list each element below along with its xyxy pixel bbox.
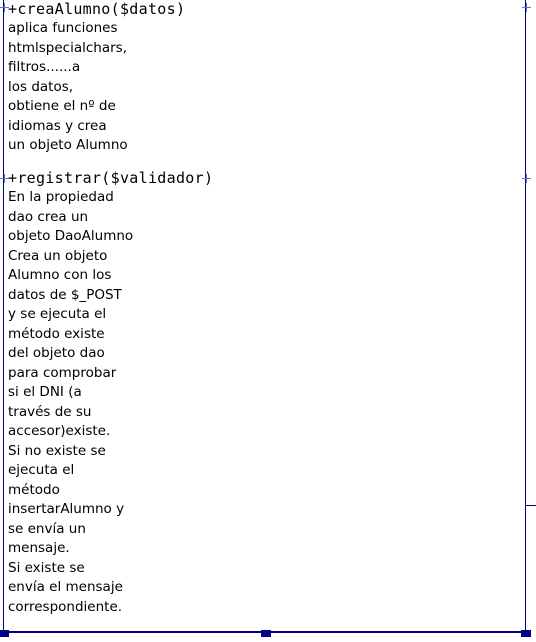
note-line: si el DNI (a bbox=[8, 384, 82, 400]
note-line: y se ejecuta el bbox=[8, 306, 107, 322]
note-line: envía el mensaje bbox=[8, 579, 123, 595]
note-line: correspondiente. bbox=[8, 598, 123, 615]
note-line: En la propiedad bbox=[8, 189, 114, 205]
anchor-marker-icon bbox=[522, 3, 531, 12]
method-signature: +creaAlumno($datos) bbox=[8, 0, 186, 18]
note-line: idiomas y crea bbox=[8, 117, 107, 134]
note-line: insertarAlumno y bbox=[8, 501, 125, 517]
note-line: datos de $_POST bbox=[8, 286, 122, 303]
note-line: para comprobar bbox=[8, 364, 117, 381]
note-line: Alumno con los bbox=[8, 267, 112, 283]
note-line: obtiene el nº de bbox=[8, 98, 116, 114]
association-line[interactable] bbox=[526, 505, 536, 506]
note-line: Si no existe se bbox=[8, 442, 106, 459]
note-line: aplica funciones bbox=[8, 20, 118, 36]
note-line: mensaje. bbox=[8, 540, 70, 556]
note-line: Si existe se bbox=[8, 559, 85, 576]
note-line: dao crea un bbox=[8, 208, 89, 225]
note-line: objeto DaoAlumno bbox=[8, 228, 134, 244]
anchor-marker-icon bbox=[522, 174, 531, 183]
note-line: método existe bbox=[8, 325, 105, 342]
note-line: del objeto dao bbox=[8, 345, 105, 361]
method-registrar[interactable]: +registrar($validador) En la propiedad d… bbox=[8, 169, 213, 617]
method-crea-alumno[interactable]: +creaAlumno($datos) aplica funciones htm… bbox=[8, 0, 185, 156]
resize-handle-bottom-left[interactable] bbox=[0, 630, 9, 637]
note-line: método bbox=[8, 481, 60, 498]
method-notes: En la propiedad dao crea un objeto DaoAl… bbox=[8, 188, 213, 617]
method-signature: +registrar($validador) bbox=[8, 169, 214, 187]
resize-handle-bottom-center[interactable] bbox=[261, 630, 271, 637]
note-line: los datos, bbox=[8, 78, 74, 95]
note-line: se envía un bbox=[8, 520, 86, 537]
note-line: Crea un objeto bbox=[8, 247, 108, 264]
method-notes: aplica funciones htmlspecialchars, filtr… bbox=[8, 19, 185, 156]
note-line: través de su bbox=[8, 403, 92, 420]
note-line: filtros......a bbox=[8, 59, 81, 75]
note-line: un objeto Alumno bbox=[8, 137, 128, 153]
note-line: accesor)existe. bbox=[8, 423, 111, 439]
note-line: htmlspecialchars, bbox=[8, 39, 127, 56]
note-line: ejecuta el bbox=[8, 462, 75, 478]
resize-handle-bottom-right[interactable] bbox=[521, 630, 531, 637]
